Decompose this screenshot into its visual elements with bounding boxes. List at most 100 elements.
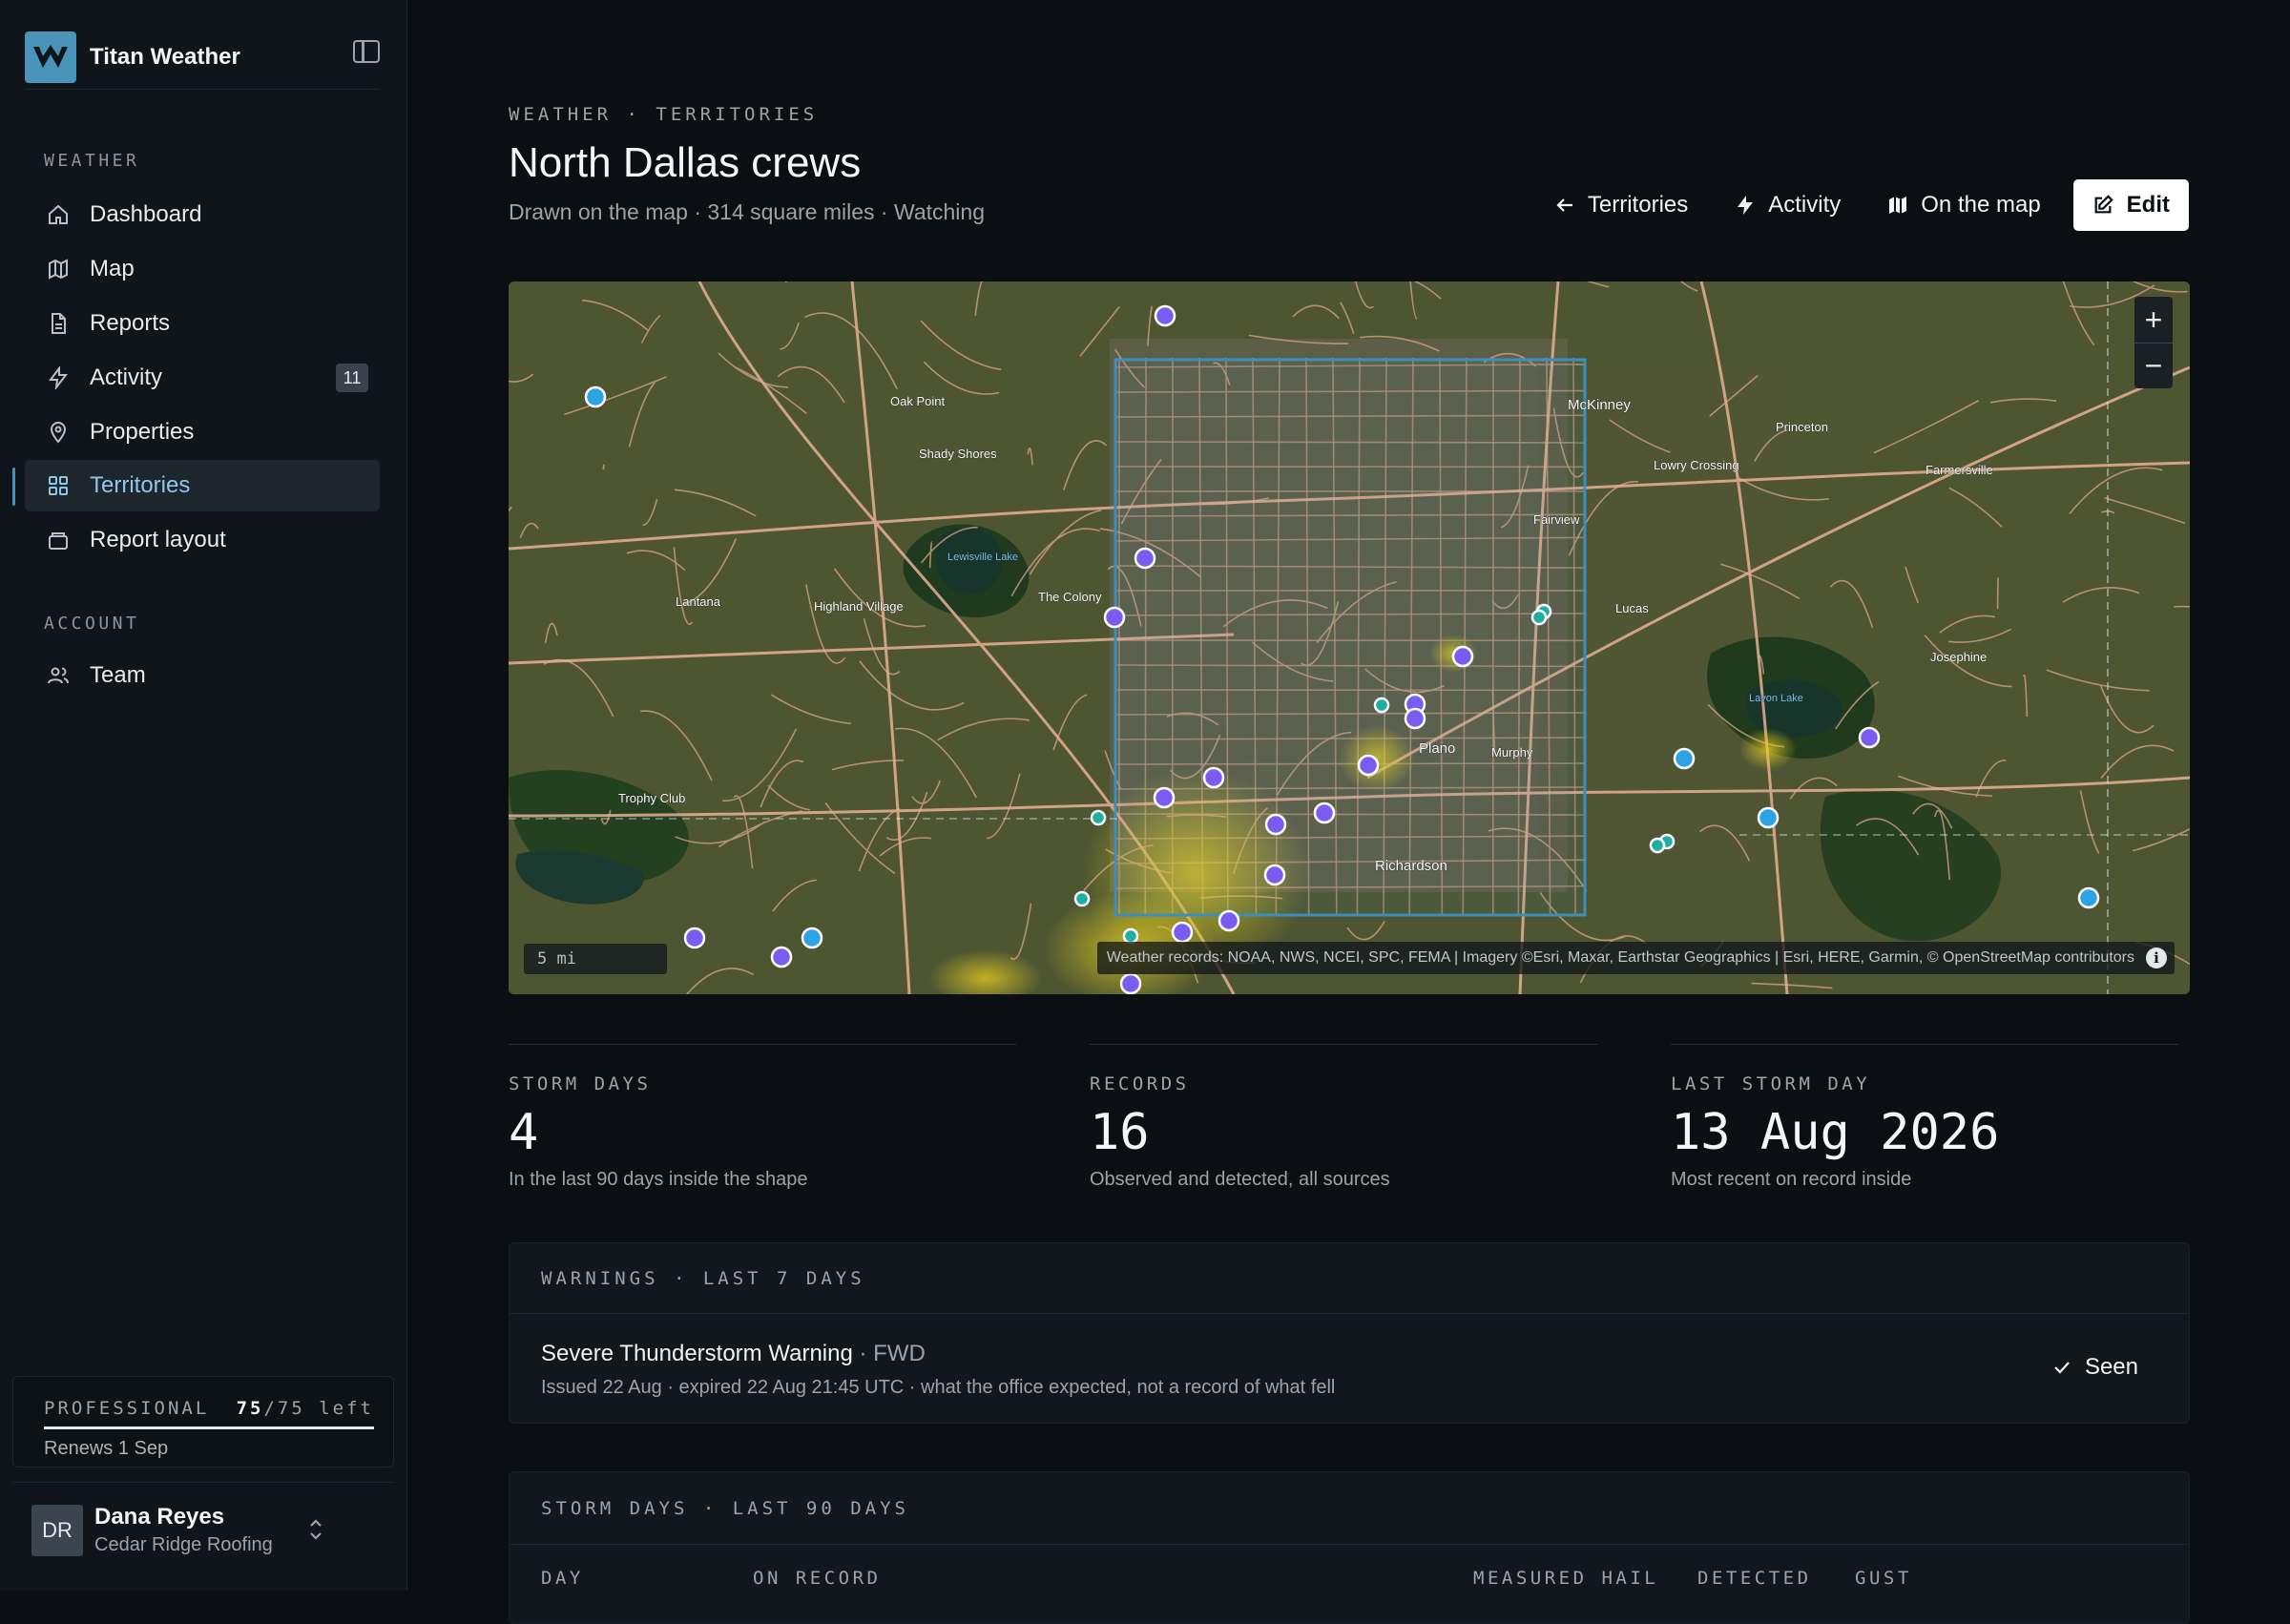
weather-record-marker[interactable]	[1313, 802, 1336, 824]
chevron-up-down-icon[interactable]	[306, 1517, 325, 1547]
label-trophy-club: Trophy Club	[618, 791, 685, 805]
stat-value: 16	[1090, 1104, 1150, 1161]
weather-record-marker[interactable]	[2077, 886, 2100, 909]
sidebar: Titan Weather WEATHER Dashboard Map Repo…	[0, 0, 407, 1591]
check-icon	[2052, 1358, 2071, 1377]
weather-record-marker[interactable]	[1530, 609, 1548, 626]
weather-record-marker[interactable]	[1357, 754, 1380, 777]
weather-record-marker[interactable]	[1373, 697, 1390, 714]
user-menu[interactable]: DR Dana Reyes Cedar Ridge Roofing	[12, 1482, 394, 1577]
seen-status-button[interactable]: Seen	[2052, 1354, 2138, 1381]
stat-label: STORM DAYS	[509, 1073, 652, 1094]
breadcrumb: WEATHER · TERRITORIES	[509, 104, 819, 125]
column-header-gust[interactable]: GUST	[1855, 1568, 1912, 1589]
bolt-icon	[46, 365, 71, 390]
plan-name: PROFESSIONAL	[44, 1398, 210, 1419]
info-icon[interactable]: i	[2146, 947, 2167, 968]
avatar: DR	[31, 1504, 83, 1556]
sidebar-item-team[interactable]: Team	[25, 650, 380, 701]
label-farmersville: Farmersville	[1926, 463, 1993, 477]
sidebar-item-map[interactable]: Map	[25, 243, 380, 295]
weather-record-marker[interactable]	[1858, 726, 1881, 749]
plan-usage: 75/75 left	[237, 1398, 374, 1426]
sidebar-toggle-icon[interactable]	[353, 40, 380, 63]
weather-record-marker[interactable]	[1154, 304, 1176, 327]
warning-title[interactable]: Severe Thunderstorm Warning · FWD	[541, 1341, 926, 1367]
on-the-map-button[interactable]: On the map	[1886, 192, 2041, 219]
map-attribution-text: Weather records: NOAA, NWS, NCEI, SPC, F…	[1106, 949, 2134, 966]
grid-icon	[46, 473, 71, 498]
territories-back-button[interactable]: Territories	[1553, 192, 1688, 219]
weather-record-marker[interactable]	[683, 927, 706, 949]
label-lucas: Lucas	[1615, 601, 1649, 615]
weather-record-marker[interactable]	[1264, 813, 1287, 836]
titan-logo-icon[interactable]	[25, 31, 76, 83]
zoom-in-button[interactable]: +	[2134, 297, 2173, 343]
user-org: Cedar Ridge Roofing	[94, 1534, 273, 1555]
sidebar-item-reports[interactable]: Reports	[25, 298, 380, 349]
weather-record-marker[interactable]	[584, 385, 607, 408]
storm-days-card: STORM DAYS · LAST 90 DAYS DAY ON RECORD …	[509, 1471, 2190, 1624]
active-nav-marker	[12, 468, 15, 506]
edit-button[interactable]: Edit	[2072, 179, 2189, 231]
storm-days-heading: STORM DAYS · LAST 90 DAYS	[510, 1472, 2189, 1545]
sidebar-item-label: Report layout	[90, 527, 226, 552]
sidebar-item-report-layout[interactable]: Report layout	[25, 514, 380, 566]
weather-record-marker[interactable]	[1673, 747, 1696, 770]
weather-record-marker[interactable]	[1090, 809, 1107, 826]
activity-button[interactable]: Activity	[1734, 192, 1841, 219]
edit-label: Edit	[2126, 192, 2170, 218]
zoom-out-button[interactable]: −	[2134, 343, 2173, 388]
activity-label: Activity	[1768, 192, 1842, 218]
activity-count-badge: 11	[336, 364, 368, 392]
weather-record-marker[interactable]	[1202, 766, 1225, 789]
territory-outline	[1114, 358, 1587, 917]
sidebar-item-dashboard[interactable]: Dashboard	[25, 189, 380, 240]
column-header-day[interactable]: DAY	[541, 1568, 584, 1589]
weather-record-marker[interactable]	[770, 946, 793, 968]
sidebar-item-activity[interactable]: Activity 11	[25, 352, 380, 404]
weather-record-marker[interactable]	[1171, 921, 1194, 944]
stat-records: RECORDS 16 Observed and detected, all so…	[1090, 1044, 1597, 1191]
weather-record-marker[interactable]	[1404, 707, 1426, 730]
weather-record-marker[interactable]	[1153, 786, 1176, 809]
column-header-measured-hail[interactable]: MEASURED HAIL	[1473, 1568, 1658, 1589]
weather-record-marker[interactable]	[1103, 606, 1126, 629]
weather-record-marker[interactable]	[1263, 864, 1286, 886]
sidebar-item-territories[interactable]: Territories	[25, 460, 380, 511]
territory-map[interactable]: Oak Point Shady Shores Lewisville Lake T…	[509, 281, 2190, 994]
bolt-icon	[1734, 194, 1757, 217]
weather-record-marker[interactable]	[1218, 909, 1240, 932]
weather-record-marker[interactable]	[1451, 645, 1474, 668]
user-name: Dana Reyes	[94, 1504, 225, 1530]
nav-section-account: ACCOUNT	[44, 614, 140, 634]
weather-record-marker[interactable]	[1119, 972, 1142, 994]
plan-usage-box[interactable]: PROFESSIONAL 75/75 left Renews 1 Sep	[12, 1376, 394, 1468]
sidebar-item-label: Team	[90, 662, 146, 688]
plan-used: 75	[236, 1398, 264, 1419]
sidebar-item-label: Activity	[90, 364, 163, 390]
plan-total: /75 left	[263, 1398, 374, 1419]
stat-note: Most recent on record inside	[1671, 1169, 1912, 1190]
plan-row: PROFESSIONAL 75/75 left	[44, 1398, 374, 1426]
territories-back-label: Territories	[1587, 192, 1689, 218]
column-header-on-record[interactable]: ON RECORD	[753, 1568, 881, 1589]
warnings-card: WARNINGS · LAST 7 DAYS Severe Thundersto…	[509, 1242, 2190, 1424]
page-title: North Dallas crews	[509, 139, 862, 186]
warning-office: · FWD	[852, 1341, 926, 1366]
user-text: Dana Reyes Cedar Ridge Roofing	[94, 1504, 273, 1556]
weather-record-marker[interactable]	[1757, 806, 1780, 829]
app-name: Titan Weather	[90, 43, 240, 70]
stat-note: Observed and detected, all sources	[1090, 1169, 1390, 1190]
nav-section-weather: WEATHER	[44, 151, 140, 171]
brand: Titan Weather	[25, 25, 380, 90]
stat-value: 4	[509, 1104, 539, 1161]
weather-record-marker[interactable]	[1649, 837, 1666, 854]
sidebar-item-properties[interactable]: Properties	[25, 406, 380, 458]
weather-record-marker[interactable]	[1134, 547, 1156, 570]
column-header-detected[interactable]: DETECTED	[1697, 1568, 1812, 1589]
weather-record-marker[interactable]	[801, 927, 823, 949]
weather-record-marker[interactable]	[1122, 927, 1139, 945]
layout-icon	[46, 528, 71, 552]
weather-record-marker[interactable]	[1073, 890, 1091, 907]
